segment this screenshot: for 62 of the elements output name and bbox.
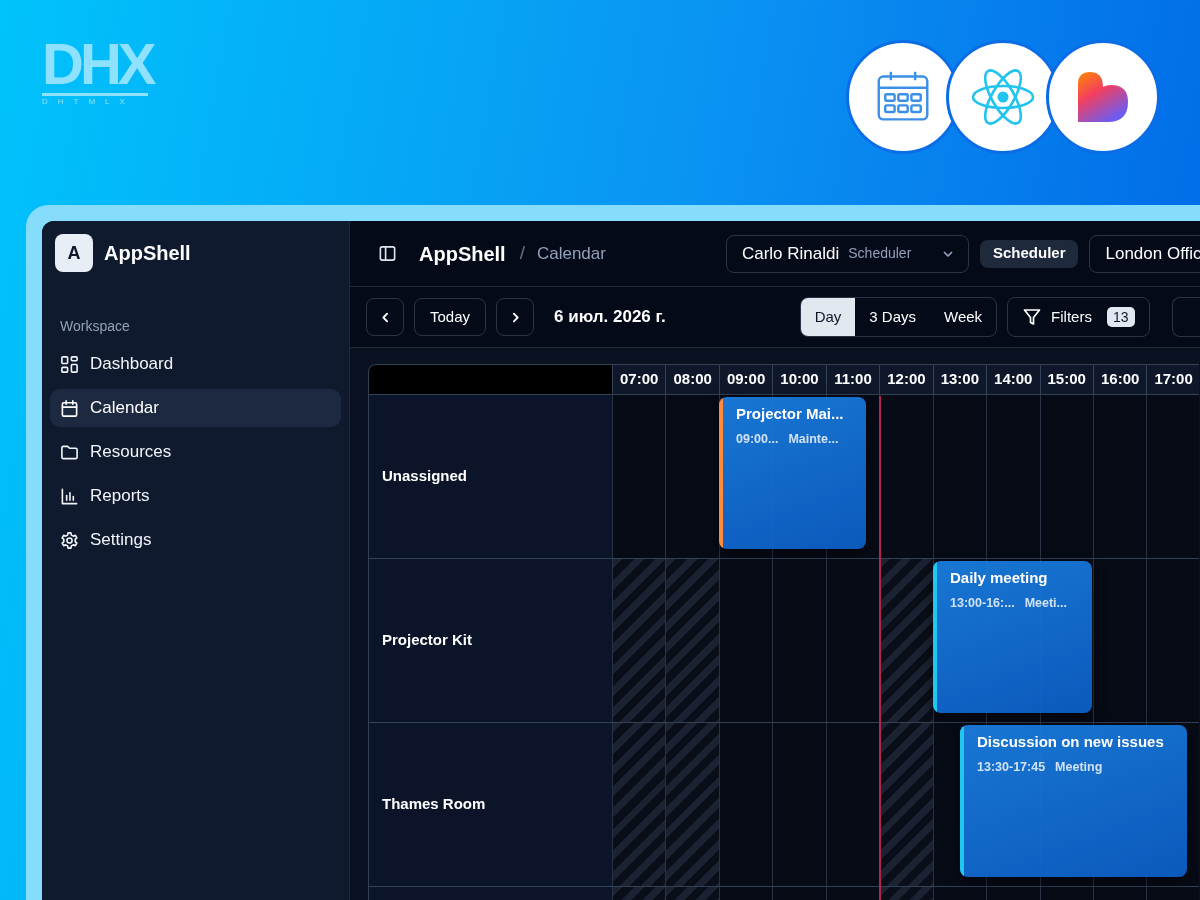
filter-count: 13 bbox=[1106, 307, 1135, 327]
hour-label: 11:00 bbox=[825, 365, 880, 394]
sidebar-item[interactable]: Resources bbox=[50, 433, 341, 471]
event-type: Mainte... bbox=[788, 430, 839, 448]
layout-icon bbox=[60, 354, 79, 374]
hour-label: 08:00 bbox=[665, 365, 719, 394]
app-logo: A bbox=[55, 234, 93, 272]
calendar-icon bbox=[60, 398, 79, 418]
bar-chart-icon bbox=[60, 486, 79, 506]
event-card[interactable]: Daily meeting 13:00-16:... Meeti... bbox=[933, 561, 1092, 713]
view-tab[interactable]: Week bbox=[930, 298, 997, 336]
event-type: Meeting bbox=[1055, 758, 1103, 776]
resource-name: Projector Kit bbox=[382, 630, 472, 651]
role-badge: Scheduler bbox=[979, 239, 1079, 268]
today-button[interactable]: Today bbox=[414, 298, 487, 336]
atom-icon bbox=[971, 68, 1035, 126]
section-label: Workspace bbox=[60, 317, 130, 336]
previous-button[interactable] bbox=[366, 298, 404, 336]
hour-label: 10:00 bbox=[772, 365, 826, 394]
filters-label: Filters bbox=[1051, 306, 1092, 327]
hour-label: 12:00 bbox=[879, 365, 933, 394]
breadcrumb-item[interactable]: Calendar bbox=[536, 240, 606, 267]
event-card[interactable]: Projector Mai... 09:00... Mainte... bbox=[719, 397, 866, 549]
user-dropdown[interactable]: Carlo Rinaldi Scheduler bbox=[725, 234, 969, 273]
next-button[interactable] bbox=[496, 298, 535, 336]
event-type: Meeti... bbox=[1024, 594, 1067, 612]
logo-subtitle: DHTMLX bbox=[42, 97, 135, 107]
logo-text: DHX bbox=[42, 38, 153, 90]
hour-label: 07:00 bbox=[612, 365, 666, 394]
sidebar-item[interactable]: Dashboard bbox=[50, 345, 341, 383]
event-title: Daily meeting bbox=[950, 568, 1048, 588]
app-name: AppShell bbox=[104, 241, 191, 266]
view-tab[interactable]: 3 Days bbox=[855, 298, 931, 336]
hour-label: 09:00 bbox=[718, 365, 773, 394]
user-name: Carlo Rinaldi bbox=[741, 242, 840, 265]
sidebar-item[interactable]: Calendar bbox=[50, 389, 341, 427]
event-time: 09:00... bbox=[736, 430, 779, 448]
user-role: Scheduler bbox=[848, 244, 912, 263]
filters-button[interactable]: Filters 13 bbox=[1007, 297, 1150, 337]
toolbar-button[interactable] bbox=[1171, 297, 1200, 337]
current-date: 6 июл. 2026 г. bbox=[554, 306, 666, 329]
filter-icon bbox=[1022, 307, 1043, 327]
breadcrumb-separator: / bbox=[519, 241, 525, 266]
event-title: Projector Mai... bbox=[736, 404, 844, 424]
resource-name: Thames Room bbox=[382, 794, 486, 815]
view-tab[interactable]: Day bbox=[800, 298, 856, 336]
hour-label: 17:00 bbox=[1146, 365, 1199, 394]
event-card[interactable]: Discussion on new issues 13:30-17:45 Meeting bbox=[960, 725, 1187, 877]
heart-logo-icon bbox=[1078, 72, 1128, 122]
sidebar-toggle-icon[interactable] bbox=[378, 244, 397, 263]
event-time: 13:00-16:... bbox=[950, 594, 1015, 612]
event-time: 13:30-17:45 bbox=[977, 758, 1046, 776]
sidebar-item[interactable]: Reports bbox=[50, 477, 341, 515]
resource-name: Unassigned bbox=[382, 466, 468, 487]
sidebar-item[interactable]: Settings bbox=[50, 521, 341, 559]
settings-icon bbox=[60, 530, 79, 550]
hour-label: 16:00 bbox=[1092, 365, 1147, 394]
hour-label: 13:00 bbox=[932, 365, 987, 394]
page-title: AppShell bbox=[419, 241, 506, 267]
hour-label: 14:00 bbox=[986, 365, 1040, 394]
event-title: Discussion on new issues bbox=[977, 732, 1164, 752]
hour-label: 15:00 bbox=[1039, 365, 1093, 394]
